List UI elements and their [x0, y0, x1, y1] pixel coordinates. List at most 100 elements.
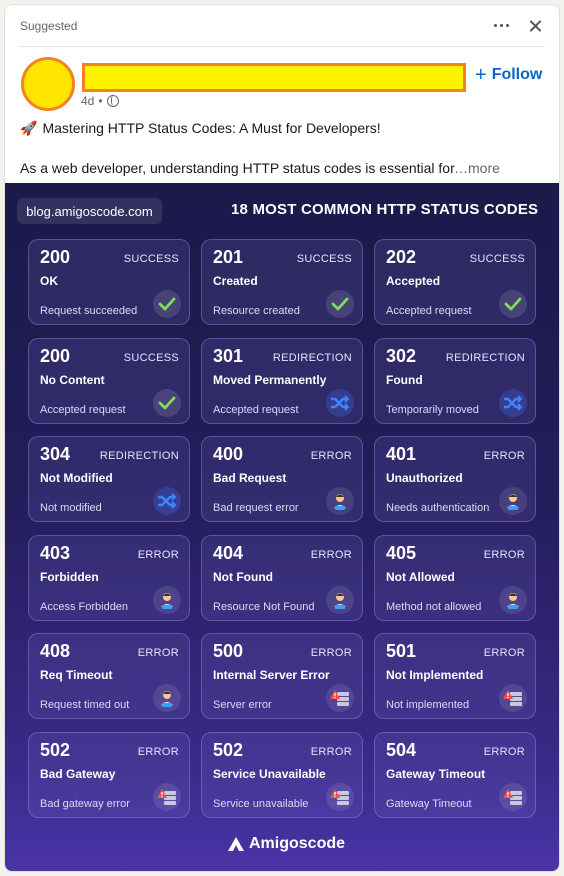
- status-tile: 400 ERROR Bad Request Bad request error: [201, 436, 363, 522]
- status-category: ERROR: [310, 647, 352, 659]
- status-description: Gateway Timeout: [386, 797, 472, 810]
- status-name: Not Modified: [40, 471, 113, 485]
- author-avatar[interactable]: [21, 57, 75, 111]
- status-code: 302: [386, 345, 417, 366]
- close-icon[interactable]: [523, 14, 547, 38]
- status-description: Request succeeded: [40, 305, 138, 317]
- status-code: 405: [386, 542, 417, 563]
- check-icon: [499, 290, 527, 318]
- client-icon: [326, 487, 354, 515]
- status-name: No Content: [40, 372, 105, 387]
- status-category: REDIRECTION: [445, 351, 525, 364]
- status-description: Accepted request: [386, 305, 472, 317]
- status-name: Service Unavailable: [213, 766, 326, 781]
- status-code: 200: [40, 345, 71, 366]
- status-tile: 201 SUCCESS Created Resource created: [201, 239, 363, 325]
- status-name: OK: [40, 274, 58, 288]
- status-category: ERROR: [137, 745, 179, 758]
- shuffle-icon: [499, 388, 527, 417]
- status-name: Gateway Timeout: [386, 766, 486, 781]
- status-category: REDIRECTION: [272, 351, 352, 364]
- client-icon: [153, 585, 181, 614]
- check-icon: [153, 290, 181, 318]
- infographic-title: 18 MOST COMMON HTTP STATUS CODES: [231, 201, 539, 218]
- status-category: ERROR: [137, 548, 179, 561]
- globe-icon: [106, 95, 119, 107]
- status-category: ERROR: [137, 647, 179, 659]
- status-description: Accepted request: [213, 403, 299, 416]
- status-name: Found: [386, 372, 423, 387]
- status-tile: 405 ERROR Not Allowed Method not allowed: [374, 534, 536, 621]
- more-options-icon[interactable]: [489, 13, 513, 37]
- status-name: Accepted: [386, 274, 441, 288]
- status-name: Bad Request: [213, 471, 287, 485]
- status-name: Not Allowed: [386, 569, 455, 584]
- plus-icon: +: [475, 64, 487, 86]
- status-name: Forbidden: [40, 569, 99, 584]
- status-tile: 500 ERROR Internal Server Error Server erro…: [201, 633, 363, 719]
- status-description: Temporarily moved: [386, 403, 479, 416]
- status-tile: 403 ERROR Forbidden Access Forbidden: [28, 534, 190, 621]
- status-name: Internal Server Error: [213, 668, 330, 682]
- status-description: Server error: [213, 699, 272, 711]
- server-error-icon: [499, 684, 527, 712]
- status-name: Bad Gateway: [40, 766, 116, 781]
- status-description: Needs authentication: [386, 502, 490, 514]
- status-code: 301: [213, 345, 244, 366]
- status-description: Method not allowed: [386, 600, 482, 613]
- check-icon: [153, 388, 181, 417]
- server-error-icon: [326, 684, 354, 712]
- infographic-image[interactable]: blog.amigoscode.com 18 MOST COMMON HTTP …: [5, 183, 559, 871]
- status-category: ERROR: [483, 647, 525, 659]
- status-code: 200: [40, 247, 71, 267]
- status-tile: 302 REDIRECTION Found Temporarily moved: [374, 337, 536, 424]
- follow-button[interactable]: + Follow: [475, 63, 542, 87]
- status-code: 400: [213, 444, 244, 464]
- shuffle-icon: [326, 388, 354, 417]
- blog-url: blog.amigoscode.com: [17, 198, 162, 224]
- client-icon: [499, 487, 527, 515]
- post-header: Suggested: [5, 5, 559, 47]
- client-icon: [499, 585, 527, 614]
- status-category: REDIRECTION: [99, 450, 179, 462]
- status-category: SUCCESS: [469, 253, 525, 265]
- client-icon: [153, 684, 181, 712]
- status-code: 408: [40, 641, 71, 661]
- follow-label: Follow: [491, 66, 543, 83]
- status-tile: 202 SUCCESS Accepted Accepted request: [374, 239, 536, 325]
- status-category: ERROR: [310, 450, 352, 462]
- status-tile: 502 ERROR Bad Gateway Bad gateway error: [28, 731, 190, 818]
- status-category: SUCCESS: [296, 253, 352, 265]
- status-description: Resource created: [213, 305, 300, 317]
- status-code: 502: [40, 739, 71, 760]
- brand-logo: Amigoscode: [227, 835, 345, 853]
- status-description: Not implemented: [386, 699, 470, 711]
- status-name: Created: [213, 274, 258, 288]
- status-code: 502: [213, 739, 244, 760]
- status-description: Access Forbidden: [40, 600, 129, 613]
- author-name-redacted[interactable]: [82, 63, 466, 92]
- status-name: Not Found: [213, 569, 273, 584]
- client-icon: [326, 585, 354, 614]
- status-code: 500: [213, 641, 244, 661]
- status-code: 201: [213, 247, 244, 267]
- see-more-link[interactable]: …more: [454, 160, 500, 176]
- server-error-icon: [499, 782, 527, 811]
- suggested-label: Suggested: [20, 19, 78, 33]
- status-description: Accepted request: [40, 403, 126, 416]
- status-description: Service unavailable: [213, 797, 309, 810]
- status-category: ERROR: [483, 548, 525, 561]
- shuffle-icon: [153, 487, 181, 515]
- post-title: 🚀 Mastering HTTP Status Codes: A Must for…: [20, 120, 381, 136]
- status-code: 202: [386, 247, 417, 267]
- status-name: Moved Permanently: [213, 372, 327, 387]
- status-category: SUCCESS: [123, 351, 179, 364]
- status-code: 504: [386, 739, 417, 760]
- status-category: ERROR: [483, 450, 525, 462]
- status-tile: 304 REDIRECTION Not Modified Not modified: [28, 436, 190, 522]
- amigoscode-logo-icon: [228, 837, 244, 851]
- status-tile: 408 ERROR Req Timeout Request timed out: [28, 633, 190, 719]
- header-divider: [19, 46, 545, 47]
- status-code: 401: [386, 444, 417, 464]
- status-description: Resource Not Found: [213, 600, 315, 613]
